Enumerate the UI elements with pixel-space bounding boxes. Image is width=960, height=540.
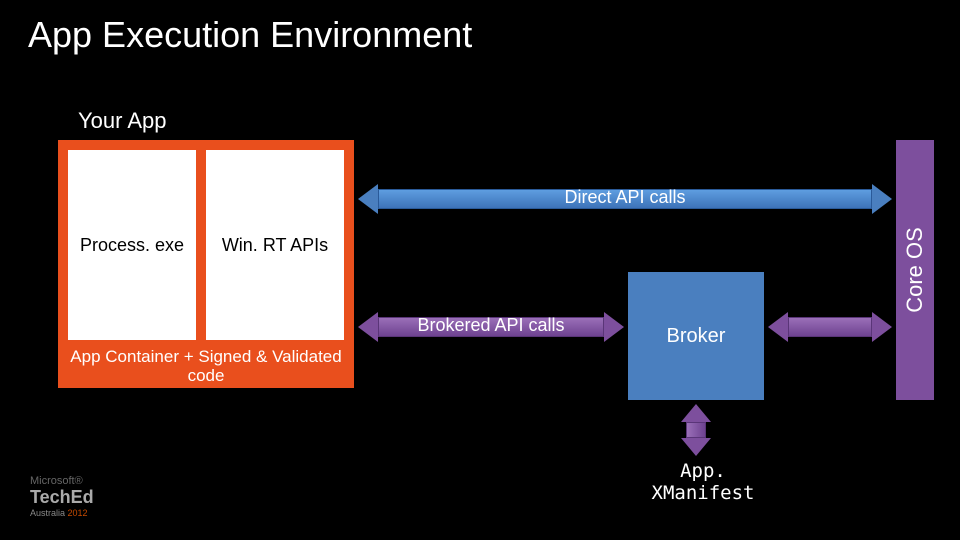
winrt-apis-label: Win. RT APIs	[222, 235, 328, 256]
process-exe-label: Process. exe	[80, 235, 184, 256]
slide-title: App Execution Environment	[28, 14, 472, 56]
broker-to-core-arrow	[768, 312, 892, 342]
core-os-box: Core OS	[896, 140, 934, 400]
teched-brand: TechEd	[30, 487, 94, 508]
brokered-api-calls-arrow: Brokered API calls	[358, 312, 624, 342]
teched-region: Australia 2012	[30, 508, 94, 518]
microsoft-label: Microsoft®	[30, 475, 94, 487]
arrow-bar	[788, 317, 872, 337]
direct-api-calls-label: Direct API calls	[358, 187, 892, 208]
arrow-bar	[686, 422, 706, 438]
your-app-label: Your App	[78, 108, 167, 134]
core-os-label: Core OS	[902, 227, 928, 313]
broker-box: Broker	[628, 272, 764, 400]
appx-manifest-label: App. XManifest	[628, 460, 778, 504]
broker-label: Broker	[667, 325, 726, 348]
teched-logo: Microsoft® TechEd Australia 2012	[30, 475, 94, 518]
arrow-up-icon	[681, 404, 711, 422]
arrow-down-icon	[681, 438, 711, 456]
brokered-api-calls-label: Brokered API calls	[358, 315, 624, 336]
winrt-apis-box: Win. RT APIs	[206, 150, 344, 340]
arrow-right-icon	[872, 312, 892, 342]
process-exe-box: Process. exe	[68, 150, 196, 340]
arrow-left-icon	[768, 312, 788, 342]
manifest-to-broker-arrow	[681, 404, 711, 456]
direct-api-calls-arrow: Direct API calls	[358, 184, 892, 214]
app-container-caption: App Container + Signed & Validated code	[58, 348, 354, 385]
